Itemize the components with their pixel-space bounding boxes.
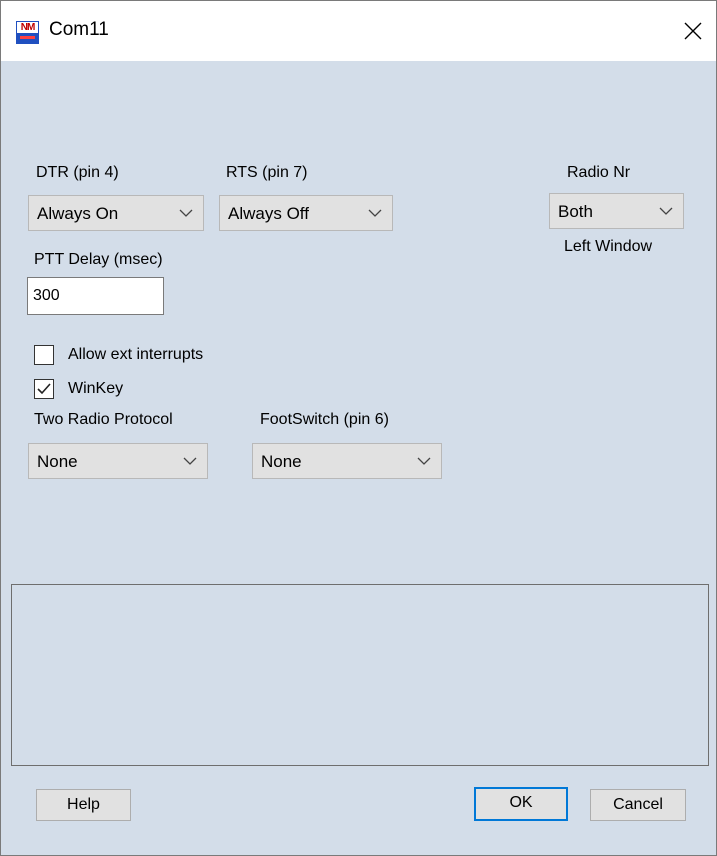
- radio-nr-sub-label: Left Window: [564, 238, 653, 255]
- ptt-delay-input[interactable]: 300: [27, 277, 164, 315]
- chevron-down-icon: [179, 209, 193, 217]
- window-title: Com11: [49, 19, 109, 40]
- radio-nr-label: Radio Nr: [567, 164, 631, 181]
- cancel-button[interactable]: Cancel: [590, 789, 686, 821]
- footswitch-label: FootSwitch (pin 6): [260, 411, 389, 428]
- winkey-label: WinKey: [68, 380, 124, 397]
- help-button[interactable]: Help: [36, 789, 131, 821]
- chevron-down-icon: [183, 457, 197, 465]
- winkey-checkbox[interactable]: [34, 379, 54, 399]
- chevron-down-icon: [368, 209, 382, 217]
- dtr-value: Always On: [37, 204, 119, 223]
- footswitch-dropdown[interactable]: None: [252, 443, 442, 479]
- rts-dropdown[interactable]: Always Off: [219, 195, 393, 231]
- chevron-down-icon: [659, 207, 673, 215]
- two-radio-protocol-value: None: [37, 452, 78, 471]
- radio-nr-value: Both: [558, 202, 593, 221]
- rts-label: RTS (pin 7): [226, 164, 308, 181]
- info-panel: [11, 584, 709, 766]
- close-icon: [684, 22, 702, 40]
- two-radio-protocol-dropdown[interactable]: None: [28, 443, 208, 479]
- dtr-label: DTR (pin 4): [36, 164, 119, 181]
- rts-value: Always Off: [228, 204, 309, 223]
- footswitch-value: None: [261, 452, 302, 471]
- chevron-down-icon: [417, 457, 431, 465]
- checkmark-icon: [37, 383, 51, 395]
- allow-ext-interrupts-label: Allow ext interrupts: [68, 346, 204, 363]
- com-settings-dialog: NM Com11 DTR (pin 4) Always On RTS (pin …: [0, 0, 717, 856]
- title-bar: NM Com11: [1, 1, 716, 61]
- app-logo-text: NM: [20, 22, 36, 33]
- allow-ext-interrupts-checkbox[interactable]: [34, 345, 54, 365]
- close-button[interactable]: [670, 1, 716, 61]
- radio-nr-dropdown[interactable]: Both: [549, 193, 684, 229]
- ptt-delay-label: PTT Delay (msec): [34, 251, 163, 268]
- two-radio-protocol-label: Two Radio Protocol: [34, 411, 173, 428]
- dtr-dropdown[interactable]: Always On: [28, 195, 204, 231]
- ok-button[interactable]: OK: [474, 787, 568, 821]
- app-logo-icon: NM: [16, 21, 39, 44]
